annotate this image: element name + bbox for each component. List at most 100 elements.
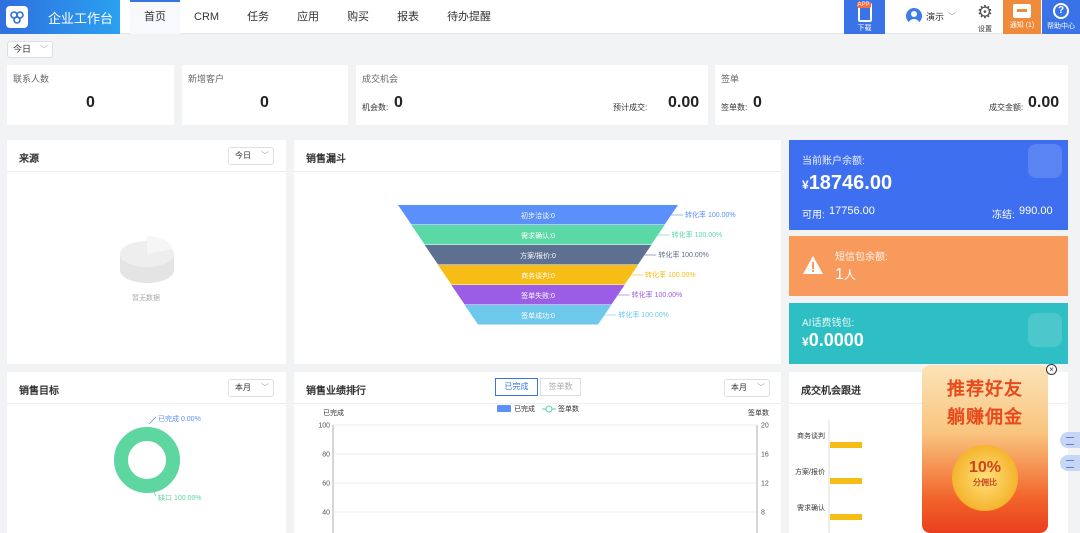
sales-funnel-chart: 初步洽谈:0 转化率 100.00% 需求确认:0 转化率 100.00% 方案/报价:… [398,205,736,325]
avatar [906,8,922,24]
nav-item-apps[interactable]: 应用 [283,0,333,34]
warning-icon [803,256,823,274]
nav-item-crm[interactable]: CRM [180,0,233,34]
app-logo-icon [6,6,28,28]
ai-wallet-value: ¥0.0000 [802,330,864,351]
source-period-select[interactable]: 今日 ﹀ [228,147,274,165]
commission-coin-icon: 10% 分佣比 [952,445,1018,511]
stat-contacts-value: 0 [86,94,95,111]
top-navigation-bar: 企业工作台 首页 CRM 任务 应用 购买 报表 待办提醒 下载 演示 ﹀ ⚙ … [0,0,1080,34]
sms-balance-label: 短信包余额: [835,252,888,263]
settings-label: 设置 [978,26,992,33]
progress-bar-1[interactable] [830,478,862,484]
source-panel-header: 来源 今日 ﹀ [7,140,286,172]
ai-wallet-currency: ¥ [802,335,809,349]
date-range-select[interactable]: 今日 ﹀ [7,41,53,58]
stat-opportunities[interactable]: 成交机会 机会数: 0 预计成交: 0.00 [356,65,708,125]
user-name: 演示 [926,11,945,22]
nav-item-reminders[interactable]: 待办提醒 [433,0,505,34]
funnel-stage-label-3: 商务谈判:0 [521,271,555,280]
right-axis-title: 签单数 [748,408,769,417]
left-tick-3: 40 [322,510,330,517]
funnel-stage-label-4: 签单失败:0 [521,291,555,300]
side-menu-icon[interactable] [1060,432,1080,448]
promo-percent: 10% [968,459,1002,476]
balance-currency: ¥ [802,178,809,192]
right-tick-2: 12 [761,481,769,488]
chevron-down-icon: ﹀ [261,151,269,160]
chevron-down-icon: ﹀ [40,45,48,54]
account-balance-card[interactable]: 当前账户余额: ¥18746.00 可用: 17756.00 冻结: 990.0… [789,140,1068,230]
briefcase-icon [1013,4,1031,18]
gap-label: 缺口 100.00% [158,493,202,502]
user-menu[interactable]: 演示 ﹀ [906,8,956,24]
stat-signed-title: 签单 [721,74,740,84]
settings-button[interactable]: ⚙ 设置 [968,0,1002,34]
download-app-button[interactable]: 下载 [844,0,885,34]
funnel-rate-label-5: 转化率 100.00% [618,310,669,319]
opportunity-count-label: 机会数: [362,103,389,112]
sms-balance-value: 1人 [835,266,856,284]
progress-bar-0[interactable] [830,442,862,448]
funnel-stage-label-5: 签单成功:0 [521,311,555,320]
close-icon[interactable]: × [1046,364,1057,375]
nav-item-home[interactable]: 首页 [130,0,180,34]
app-title: 企业工作台 [48,10,114,26]
nav-item-purchase[interactable]: 购买 [333,0,383,34]
notifications-label: 通知 (1) [1009,22,1035,29]
brand[interactable]: 企业工作台 [0,0,120,34]
legend-signed-marker [545,405,553,413]
right-tick-1: 16 [761,452,769,459]
promo-sub: 分佣比 [973,478,997,487]
opportunity-count-value: 0 [394,94,403,111]
balance-value: ¥18746.00 [802,172,892,195]
progress-category-1: 方案/报价 [795,467,825,476]
progress-category-0: 商务谈判 [797,431,825,440]
promo-line-2: 躺赚佣金 [947,407,1023,427]
deal-progress-chart: 商务谈判方案/报价需求确认 [795,420,862,533]
ai-wallet-amount: 0.0000 [808,330,864,350]
date-range-value: 今日 [13,44,32,54]
funnel-rate-label-3: 转化率 100.00% [645,270,696,279]
stat-signed[interactable]: 签单 签单数: 0 成交金额: 0.00 [715,65,1068,125]
available-label: 可用: [802,210,825,221]
source-period-value: 今日 [235,151,251,160]
sales-target-donut: 已完成 0.00% 缺口 100.00% [114,414,202,502]
nav-item-tasks[interactable]: 任务 [233,0,283,34]
ai-wallet-card[interactable]: AI话费钱包: ¥0.0000 [789,303,1068,364]
funnel-rate-label-2: 转化率 100.00% [658,250,709,259]
stat-customers-value: 0 [260,94,269,111]
question-icon: ? [1053,3,1069,19]
nav-item-reports[interactable]: 报表 [383,0,433,34]
right-tick-3: 8 [761,510,765,517]
funnel-stage-label-1: 需求确认:0 [521,231,555,240]
stat-contacts-title: 联系人数 [13,74,50,84]
balance-label: 当前账户余额: [802,156,865,167]
signed-count-value: 0 [753,94,762,111]
done-leader-line [148,416,157,425]
stat-new-customers[interactable]: 新增客户 0 [182,65,348,125]
progress-category-2: 需求确认 [797,503,825,512]
stat-contacts[interactable]: 联系人数 0 [7,65,174,125]
ai-wallet-label: AI话费钱包: [802,318,855,329]
progress-bar-2[interactable] [830,514,862,520]
balance-amount: 18746.00 [808,172,893,194]
sales-ranking-chart: 已完成 签单数 已完成 签单数 100 20 80 16 60 12 40 8 [318,404,769,533]
funnel-rate-label-4: 转化率 100.00% [632,290,683,299]
deal-amount-value: 0.00 [1028,94,1060,111]
download-label: 下载 [857,25,872,32]
legend-signed-label: 签单数 [558,404,579,413]
help-center-button[interactable]: ? 帮助中心 [1042,0,1080,34]
funnel-rate-label-0: 转化率 100.00% [685,210,736,219]
gear-icon: ⚙ [976,2,994,22]
sms-balance-card[interactable]: 短信包余额: 1人 [789,236,1068,296]
left-tick-0: 100 [318,423,330,430]
chevron-down-icon: ﹀ [948,11,957,21]
funnel-stage-label-2: 方案/报价:0 [520,251,556,260]
signed-count-label: 签单数: [721,103,748,112]
side-chat-icon[interactable] [1060,455,1080,471]
referral-promo-banner[interactable]: 推荐好友 躺赚佣金 10% 分佣比 [922,365,1048,533]
expected-deal-value: 0.00 [668,94,700,111]
main-nav: 首页 CRM 任务 应用 购买 报表 待办提醒 [130,0,505,34]
notifications-button[interactable]: 通知 (1) [1003,0,1041,34]
